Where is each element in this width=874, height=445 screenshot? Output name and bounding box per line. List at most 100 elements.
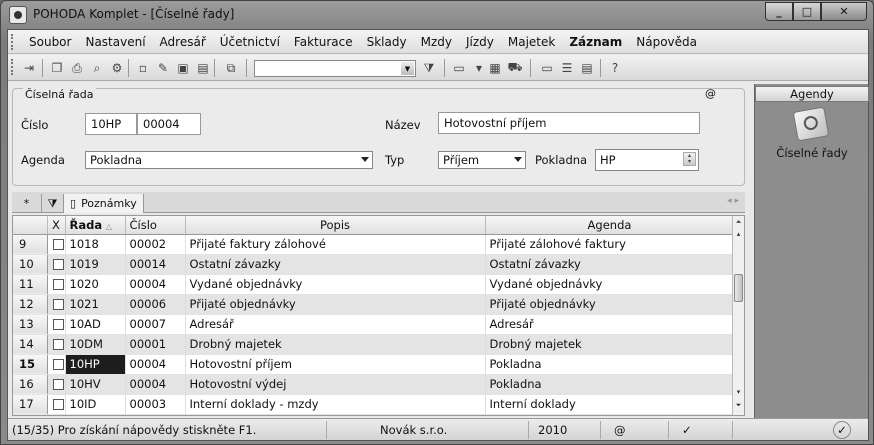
- minimize-button[interactable]: _: [765, 2, 793, 21]
- scroll-down-icon[interactable]: ▾: [733, 388, 744, 400]
- cislo-cell[interactable]: 00004: [125, 354, 186, 375]
- tab-notes[interactable]: ▯ Poznámky: [64, 194, 144, 213]
- row-checkbox[interactable]: [52, 259, 64, 270]
- agenda-cell[interactable]: Drobný majetek: [485, 334, 735, 355]
- menu-item-2[interactable]: Adresář: [153, 35, 213, 49]
- report-icon[interactable]: ▤: [578, 59, 596, 77]
- row-number-cell[interactable]: 13: [13, 314, 48, 335]
- rada-cell[interactable]: 1019: [65, 254, 126, 275]
- menu-item-0[interactable]: Soubor: [22, 35, 78, 49]
- scroll-bottom-icon[interactable]: ⏷: [733, 401, 744, 413]
- row-checkbox-cell[interactable]: [47, 294, 66, 315]
- table-row[interactable]: 12 1021 00006 Přijaté objednávky Přijaté obj…: [13, 294, 735, 315]
- menu-item-5[interactable]: Sklady: [360, 35, 414, 49]
- save-icon[interactable]: ▣: [174, 59, 192, 77]
- popis-cell[interactable]: Drobný majetek: [185, 334, 486, 355]
- agenda-cell[interactable]: Pokladna: [485, 374, 735, 395]
- agenda-cell[interactable]: Interní doklady: [485, 394, 735, 415]
- popis-cell[interactable]: Hotovostní příjem: [185, 354, 486, 375]
- filter-icon[interactable]: ⧩: [420, 59, 438, 77]
- quick-search-combo[interactable]: ▼: [254, 60, 416, 77]
- column-header-agenda[interactable]: Agenda: [485, 216, 735, 235]
- scroll-top-icon[interactable]: ⏶: [733, 218, 744, 230]
- agenda-cell[interactable]: Vydané objednávky: [485, 274, 735, 295]
- attach-icon[interactable]: ⚙: [108, 59, 126, 77]
- save-as-icon[interactable]: ▤: [194, 59, 212, 77]
- pohoda-app-icon[interactable]: [9, 6, 27, 24]
- print-icon[interactable]: ⎙: [68, 59, 86, 77]
- nazev-field[interactable]: Hotovostní příjem: [438, 112, 700, 134]
- row-checkbox[interactable]: [52, 399, 64, 410]
- row-checkbox-cell[interactable]: [47, 274, 66, 295]
- cislo-cell[interactable]: 00006: [125, 294, 186, 315]
- message-icon[interactable]: ▭: [538, 59, 556, 77]
- toolbar-grip[interactable]: [11, 59, 15, 75]
- tab-all[interactable]: *: [12, 194, 42, 213]
- status-ok-icon[interactable]: ✓: [833, 421, 851, 439]
- new-record-icon[interactable]: ▫: [134, 59, 152, 77]
- pokladna-field[interactable]: HP ▴ ▾: [595, 149, 699, 171]
- print-preview-icon[interactable]: ⌕: [88, 59, 106, 77]
- table-row[interactable]: 14 10DM 00001 Drobný majetek Drobný majetek: [13, 334, 735, 355]
- row-checkbox[interactable]: [52, 379, 64, 390]
- rada-cell[interactable]: 10ID: [65, 394, 126, 415]
- row-checkbox[interactable]: [52, 319, 64, 330]
- edit-icon[interactable]: ✎: [154, 59, 172, 77]
- rada-cell[interactable]: 1018: [65, 234, 126, 255]
- chevron-down-icon[interactable]: ▼: [401, 62, 414, 75]
- table-row[interactable]: 9 1018 00002 Přijaté faktury zálohové Přijat…: [13, 234, 735, 255]
- row-checkbox[interactable]: [52, 239, 64, 250]
- cislo-cell[interactable]: 00004: [125, 374, 186, 395]
- picker-icon[interactable]: ▴ ▾: [683, 152, 696, 166]
- calculator-icon[interactable]: ▦: [486, 59, 504, 77]
- row-number-cell[interactable]: 10: [13, 254, 48, 275]
- rada-cell[interactable]: 10DM: [65, 334, 126, 355]
- rada-cell[interactable]: 1021: [65, 294, 126, 315]
- title-bar[interactable]: POHODA Komplet - [Číselné řady] _ □ ✕: [1, 1, 873, 29]
- tab-scroll-arrows[interactable]: ◂ ▸: [727, 196, 739, 206]
- rada-cell[interactable]: 10AD: [65, 314, 126, 335]
- row-number-cell[interactable]: 17: [13, 394, 48, 415]
- row-number-header[interactable]: [13, 216, 48, 235]
- row-checkbox-cell[interactable]: [47, 254, 66, 275]
- filter-icon[interactable]: ⧩: [42, 194, 64, 213]
- menu-item-9[interactable]: Záznam: [562, 35, 629, 49]
- table-row[interactable]: 16 10HV 00004 Hotovostní výdej Pokladna: [13, 374, 735, 395]
- menu-item-4[interactable]: Fakturace: [287, 35, 360, 49]
- cislo-cell[interactable]: 00003: [125, 394, 186, 415]
- agenda-cell[interactable]: Přijaté objednávky: [485, 294, 735, 315]
- table-row[interactable]: 13 10AD 00007 Adresář Adresář: [13, 314, 735, 335]
- row-checkbox-cell[interactable]: [47, 394, 66, 415]
- row-number-cell[interactable]: 16: [13, 374, 48, 395]
- row-checkbox-cell[interactable]: [47, 354, 66, 375]
- row-checkbox[interactable]: [52, 339, 64, 350]
- rada-cell[interactable]: 10HV: [65, 374, 126, 395]
- table-row[interactable]: 17 10ID 00003 Interní doklady - mzdy Interní…: [13, 394, 735, 415]
- agenda-cell[interactable]: Adresář: [485, 314, 735, 335]
- copy-icon[interactable]: ❐: [48, 59, 66, 77]
- rada-cell[interactable]: 1020: [65, 274, 126, 295]
- duplicate-icon[interactable]: ⧉: [222, 59, 240, 77]
- popis-cell[interactable]: Přijaté faktury zálohové: [185, 234, 486, 255]
- number-series-label[interactable]: Číselné řady: [755, 146, 869, 160]
- chevron-down-icon[interactable]: [514, 157, 522, 162]
- folder-icon[interactable]: ▭: [450, 59, 468, 77]
- scroll-up-icon[interactable]: ▴: [733, 230, 744, 242]
- status-check-icon[interactable]: ✓: [682, 423, 692, 437]
- popis-cell[interactable]: Ostatní závazky: [185, 254, 486, 275]
- agenda-cell[interactable]: Přijaté zálohové faktury: [485, 234, 735, 255]
- rada-cell[interactable]: 10HP: [65, 354, 126, 375]
- cislo-rada-field[interactable]: 10HP: [85, 113, 137, 135]
- row-number-cell[interactable]: 14: [13, 334, 48, 355]
- chevron-down-icon[interactable]: [361, 157, 369, 162]
- vertical-scrollbar[interactable]: ⏶ ▴ ▾ ⏷: [732, 216, 744, 415]
- menu-item-6[interactable]: Mzdy: [414, 35, 459, 49]
- car-icon[interactable]: ⛟: [506, 59, 524, 77]
- number-series-icon[interactable]: [792, 106, 830, 142]
- menu-item-7[interactable]: Jízdy: [459, 35, 501, 49]
- agenda-cell[interactable]: Ostatní závazky: [485, 254, 735, 275]
- row-checkbox-cell[interactable]: [47, 234, 66, 255]
- cislo-cell[interactable]: 00002: [125, 234, 186, 255]
- maximize-button[interactable]: □: [793, 2, 821, 21]
- popis-cell[interactable]: Přijaté objednávky: [185, 294, 486, 315]
